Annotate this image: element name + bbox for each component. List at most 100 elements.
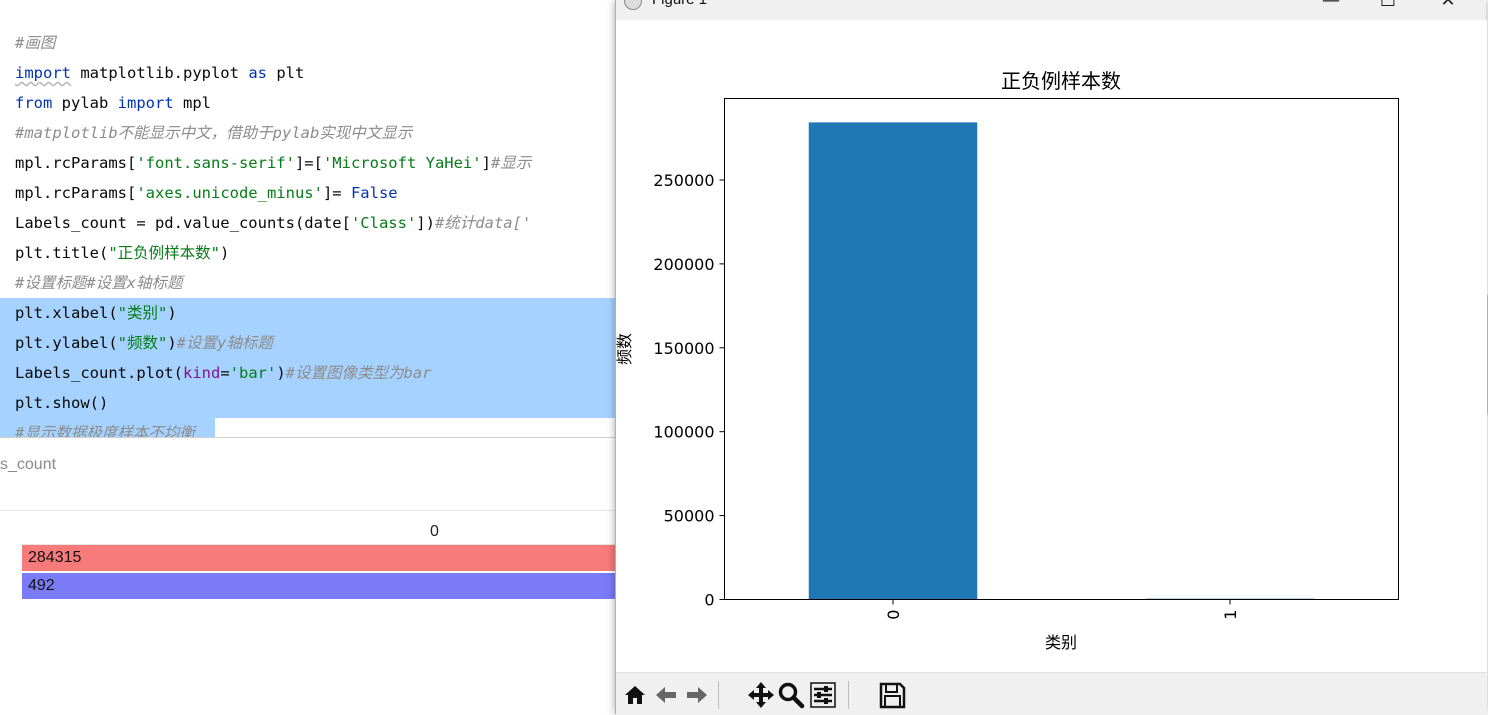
matplotlib-logo-icon — [624, 0, 642, 10]
y-tick-label: 0 — [704, 591, 714, 610]
data-row-1[interactable]: 492 — [22, 573, 616, 599]
code-token: as — [248, 64, 267, 82]
title-bar[interactable]: Figure 1 — ☐ ✕ — [616, 0, 1486, 20]
code-token: Labels_count.plot( — [15, 364, 183, 382]
code-token: import — [117, 94, 174, 112]
code-token: ) — [220, 244, 230, 262]
code-token: matplotlib.pyplot — [71, 64, 249, 82]
code-token: mpl.rcParams[ — [15, 184, 137, 202]
code-token: #显示数据极度样本不均衡 — [15, 424, 195, 437]
code-line[interactable]: from pylab import mpl — [0, 88, 616, 118]
code-token: "正负例样本数" — [108, 244, 220, 262]
code-token: plt.ylabel( — [15, 334, 118, 352]
save-icon — [879, 682, 906, 709]
code-token: plt.title( — [15, 244, 109, 262]
code-token: ]) — [416, 214, 435, 232]
code-token: from — [15, 94, 53, 112]
code-token: #设置y轴标题 — [176, 334, 273, 352]
code-token: "频数" — [117, 334, 168, 352]
code-token: pylab — [52, 94, 118, 112]
code-token: #设置标题#设置x轴标题 — [15, 274, 183, 292]
code-token: 'font.sans-serif' — [136, 154, 295, 172]
window-title: Figure 1 — [652, 0, 707, 8]
zoom-icon — [778, 682, 805, 709]
y-axis-label: 频数 — [616, 333, 634, 365]
bar-chart: 正负例样本数 0 50000 100000 150000 200000 250000 0 1… — [616, 69, 1399, 652]
code-line[interactable]: plt.xlabel("类别") — [0, 298, 616, 328]
chart-title: 正负例样本数 — [1001, 69, 1121, 93]
configure-subplots-icon — [810, 682, 836, 708]
code-line[interactable]: #设置标题#设置x轴标题 — [0, 268, 616, 298]
code-token: 'Microsoft YaHei' — [322, 154, 482, 172]
configure-subplots-button[interactable] — [808, 679, 838, 711]
pan-icon — [748, 682, 774, 708]
plot-canvas[interactable]: 正负例样本数 0 50000 100000 150000 200000 250000 0 1… — [616, 20, 1487, 672]
back-icon — [656, 687, 676, 703]
code-line[interactable]: import matplotlib.pyplot as plt — [0, 58, 616, 88]
variable-name: s_count — [0, 456, 57, 473]
code-editor[interactable]: #画图 import matplotlib.pyplot as plt from p… — [0, 0, 616, 437]
home-button[interactable] — [620, 679, 650, 711]
divider — [0, 510, 616, 511]
code-token: ) — [167, 304, 177, 322]
code-token: 'bar' — [229, 364, 277, 382]
back-button[interactable] — [651, 679, 681, 711]
zoom-button[interactable] — [776, 679, 806, 711]
forward-button[interactable] — [682, 679, 712, 711]
code-token: = — [220, 364, 230, 382]
code-token: #设置图像类型为bar — [285, 364, 432, 382]
home-icon — [625, 686, 645, 704]
code-token: ]=[ — [294, 154, 323, 172]
y-tick-label: 250000 — [653, 171, 714, 190]
x-tick-label: 1 — [1221, 610, 1240, 620]
code-line[interactable]: #显示数据极度样本不均衡 — [0, 418, 215, 437]
bar-0 — [808, 122, 978, 600]
close-button[interactable]: ✕ — [1428, 0, 1468, 12]
toolbar-separator — [718, 681, 719, 709]
code-token: #显示 — [490, 154, 532, 172]
code-line[interactable]: #画图 — [0, 28, 616, 58]
y-tick-label: 200000 — [653, 255, 714, 274]
figure-toolbar — [616, 672, 1487, 715]
maximize-button[interactable]: ☐ — [1368, 0, 1408, 12]
code-token: Labels_count = pd.value_counts(date[ — [15, 214, 351, 232]
code-token: plt — [266, 64, 305, 82]
code-token: mpl — [173, 94, 211, 112]
y-tick-label: 100000 — [653, 423, 714, 442]
figure-window[interactable]: Figure 1 — ☐ ✕ 正负例样本数 0 50000 100000 150000… — [615, 0, 1487, 715]
code-token: plt.show() — [15, 394, 109, 412]
x-tick-label: 0 — [884, 610, 903, 620]
code-token: #统计data[' — [434, 214, 532, 232]
data-row-0[interactable]: 284315 — [22, 545, 616, 571]
code-token: ]= — [322, 184, 351, 202]
save-button[interactable] — [877, 679, 907, 711]
y-tick-label: 50000 — [664, 507, 715, 526]
code-line[interactable]: Labels_count = pd.value_counts(date['Cla… — [0, 208, 616, 238]
minimize-button[interactable]: — — [1311, 0, 1351, 12]
code-token: False — [350, 184, 398, 202]
code-line[interactable]: Labels_count.plot(kind='bar')#设置图像类型为bar — [0, 358, 616, 388]
code-line[interactable]: plt.ylabel("频数")#设置y轴标题 — [0, 328, 616, 358]
code-token: 'Class' — [350, 214, 417, 232]
code-token: import — [15, 64, 71, 82]
code-line[interactable]: plt.title("正负例样本数") — [0, 238, 616, 268]
code-token: 'axes.unicode_minus' — [136, 184, 323, 202]
code-line[interactable]: mpl.rcParams['axes.unicode_minus']= Fals… — [0, 178, 616, 208]
code-token: plt.xlabel( — [15, 304, 118, 322]
toolbar-separator — [848, 681, 849, 709]
column-header[interactable]: 0 — [430, 523, 439, 541]
y-tick-label: 150000 — [653, 339, 714, 358]
code-token: #画图 — [15, 34, 56, 52]
code-token: ) — [167, 334, 177, 352]
code-line[interactable]: #matplotlib不能显示中文，借助于pylab实现中文显示 — [0, 118, 616, 148]
x-axis-label: 类别 — [1045, 633, 1077, 652]
code-token: mpl.rcParams[ — [15, 154, 137, 172]
code-line[interactable]: plt.show() — [0, 388, 616, 418]
code-token: "类别" — [117, 304, 168, 322]
pan-button[interactable] — [746, 679, 776, 711]
data-viewer-panel: s_count 0 284315 492 — [0, 438, 616, 714]
code-line[interactable]: mpl.rcParams['font.sans-serif']=['Micros… — [0, 148, 616, 178]
code-token: kind — [182, 364, 221, 382]
code-token: #matplotlib不能显示中文，借助于pylab实现中文显示 — [15, 124, 413, 142]
forward-icon — [687, 687, 707, 703]
